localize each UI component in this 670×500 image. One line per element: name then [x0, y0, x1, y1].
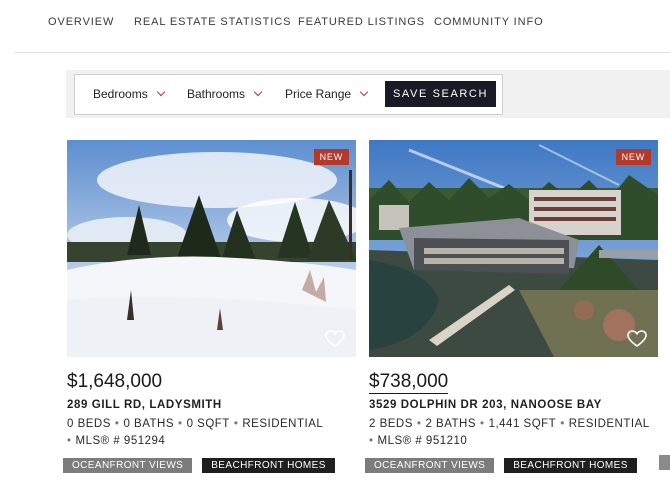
nav-featured-listings[interactable]: FEATURED LISTINGS — [298, 16, 425, 28]
waterfront-building-photo — [369, 140, 658, 357]
beds-count: 2 BEDS — [369, 418, 413, 430]
baths-count: 2 BATHS — [425, 418, 477, 430]
listing-photo[interactable]: NEW — [67, 140, 356, 357]
nav-real-estate-statistics[interactable]: REAL ESTATE STATISTICS — [134, 16, 291, 28]
nav-overview[interactable]: OVERVIEW — [48, 16, 114, 28]
tag-oceanfront-views[interactable]: OCEANFRONT VIEWS — [63, 458, 193, 473]
search-filter-bar: Bedrooms Bathrooms Price Range SAVE SEAR… — [74, 74, 503, 115]
bedrooms-label: Bedrooms — [93, 87, 148, 101]
property-type: RESIDENTIAL — [242, 418, 324, 430]
snowy-lot-photo — [67, 140, 356, 357]
new-badge: NEW — [313, 149, 349, 165]
listing-photo[interactable]: NEW — [369, 140, 658, 357]
mls-number: MLS® # 951210 — [377, 435, 468, 447]
save-search-button[interactable]: SAVE SEARCH — [385, 81, 496, 107]
chevron-down-icon — [359, 87, 369, 97]
listing-facts: 2 BEDS • 2 BATHS • 1,441 SQFT • RESIDENTIAL • M… — [369, 418, 650, 447]
section-nav: OVERVIEW REAL ESTATE STATISTICS FEATURED… — [14, 0, 670, 53]
listing-card: NEW $1,648,000 289 GILL RD, LADYSMITH 0 … — [63, 140, 357, 473]
bathrooms-dropdown[interactable]: Bathrooms — [187, 75, 263, 114]
price-range-label: Price Range — [285, 87, 352, 101]
listing-price[interactable]: $1,648,000 — [67, 371, 162, 393]
new-badge: NEW — [615, 149, 651, 165]
listings-page: OVERVIEW REAL ESTATE STATISTICS FEATURED… — [0, 0, 670, 500]
listing-tags: OCEANFRONT VIEWS BEACHFRONT HOMES — [63, 455, 345, 473]
baths-count: 0 BATHS — [123, 418, 175, 430]
listing-card: NEW $738,000 3529 DOLPHIN DR 203, NANOOS… — [365, 140, 659, 473]
bathrooms-label: Bathrooms — [187, 87, 246, 101]
listing-tags: OCEANFRONT VIEWS BEACHFRONT HOMES — [365, 455, 647, 473]
tag-oceanfront-views[interactable]: OCEANFRONT VIEWS — [365, 458, 495, 473]
sqft-count: 1,441 SQFT — [488, 418, 557, 430]
bedrooms-dropdown[interactable]: Bedrooms — [93, 75, 165, 114]
listing-facts: 0 BEDS • 0 BATHS • 0 SQFT • RESIDENTIAL • MLS® … — [67, 418, 324, 447]
nav-community-info[interactable]: COMMUNITY INFO — [434, 16, 544, 28]
property-type: RESIDENTIAL — [568, 418, 650, 430]
price-range-dropdown[interactable]: Price Range — [285, 75, 369, 114]
listing-price[interactable]: $738,000 — [369, 371, 449, 394]
next-card-tag-edge — [659, 455, 670, 470]
listing-address[interactable]: 3529 DOLPHIN DR 203, NANOOSE BAY — [369, 399, 602, 411]
chevron-down-icon — [253, 87, 263, 97]
listing-address[interactable]: 289 GILL RD, LADYSMITH — [67, 399, 222, 411]
sqft-count: 0 SQFT — [186, 418, 230, 430]
heart-icon[interactable] — [325, 329, 345, 349]
mls-number: MLS® # 951294 — [75, 435, 166, 447]
chevron-down-icon — [156, 87, 165, 97]
heart-icon[interactable] — [627, 329, 647, 349]
beds-count: 0 BEDS — [67, 418, 111, 430]
tag-beachfront-homes[interactable]: BEACHFRONT HOMES — [504, 458, 637, 473]
tag-beachfront-homes[interactable]: BEACHFRONT HOMES — [202, 458, 335, 473]
